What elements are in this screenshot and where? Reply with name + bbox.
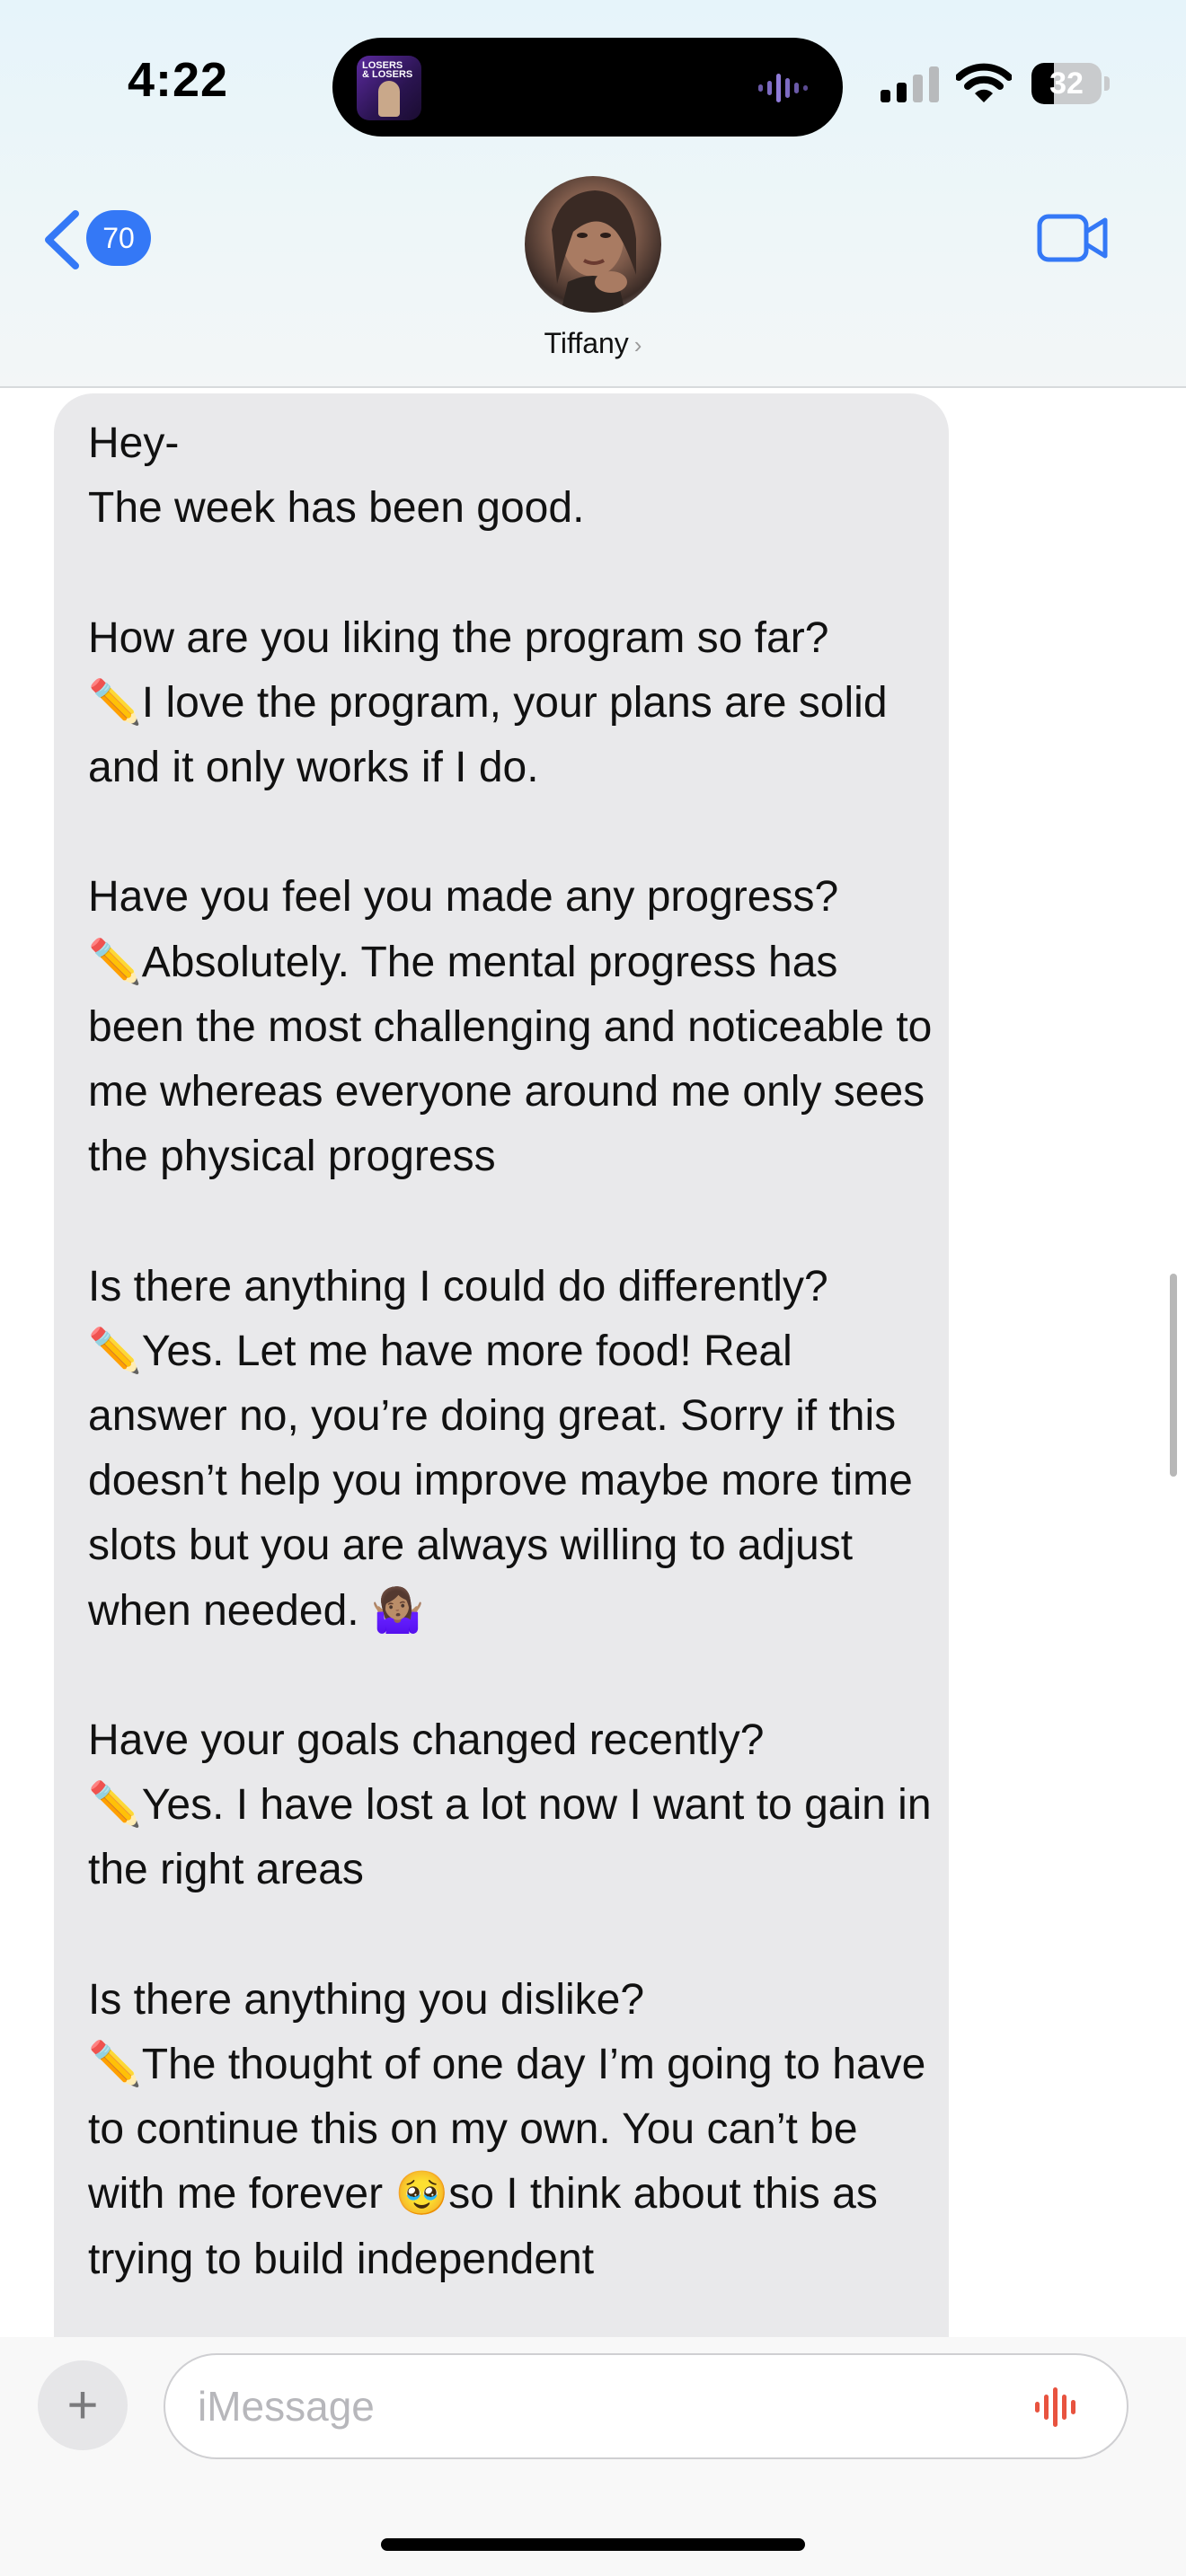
home-indicator[interactable] <box>381 2538 805 2551</box>
conversation-header: 4:22 LOSERS & LOSERS 32 70 Tiffany › <box>0 0 1186 388</box>
back-button[interactable]: 70 <box>41 208 158 269</box>
message-paragraph: Is there anything you dislike? ✏️The tho… <box>88 1975 926 2283</box>
message-paragraph: How are you liking the program so far? ✏… <box>88 613 888 791</box>
message-paragraph: Have your goals changed recently? ✏️Yes.… <box>88 1716 932 1894</box>
now-playing-artwork: LOSERS & LOSERS <box>357 56 421 120</box>
unread-count-badge: 70 <box>86 210 151 266</box>
battery-indicator: 32 <box>1031 63 1111 104</box>
contact-name[interactable]: Tiffany › <box>0 327 1186 360</box>
status-time: 4:22 <box>128 53 229 107</box>
plus-icon: + <box>66 2375 99 2435</box>
battery-percentage: 32 <box>1049 66 1084 101</box>
apps-plus-button[interactable]: + <box>38 2360 128 2450</box>
imessage-input[interactable]: iMessage <box>164 2353 1128 2459</box>
message-text: Hey- The week has been good. How are you… <box>88 411 942 2292</box>
contact-avatar[interactable] <box>525 176 661 313</box>
message-paragraph: Have you feel you made any progress? ✏️A… <box>88 873 933 1181</box>
chevron-left-icon <box>45 210 79 269</box>
wifi-icon <box>956 63 1012 102</box>
scrollbar[interactable] <box>1170 1274 1177 1477</box>
audio-waveform-icon <box>758 74 808 102</box>
imessage-placeholder: iMessage <box>198 2383 375 2430</box>
chevron-right-icon: › <box>633 331 642 358</box>
video-call-icon[interactable] <box>1037 212 1109 264</box>
contact-name-label: Tiffany <box>544 327 629 359</box>
voice-memo-icon[interactable] <box>1033 2384 1084 2430</box>
message-paragraph: Is there anything I could do differently… <box>88 1262 913 1635</box>
cellular-signal-icon <box>881 66 939 102</box>
avatar-photo <box>552 190 636 313</box>
message-paragraph: Hey- The week has been good. <box>88 419 585 533</box>
dynamic-island[interactable]: LOSERS & LOSERS <box>332 38 843 137</box>
